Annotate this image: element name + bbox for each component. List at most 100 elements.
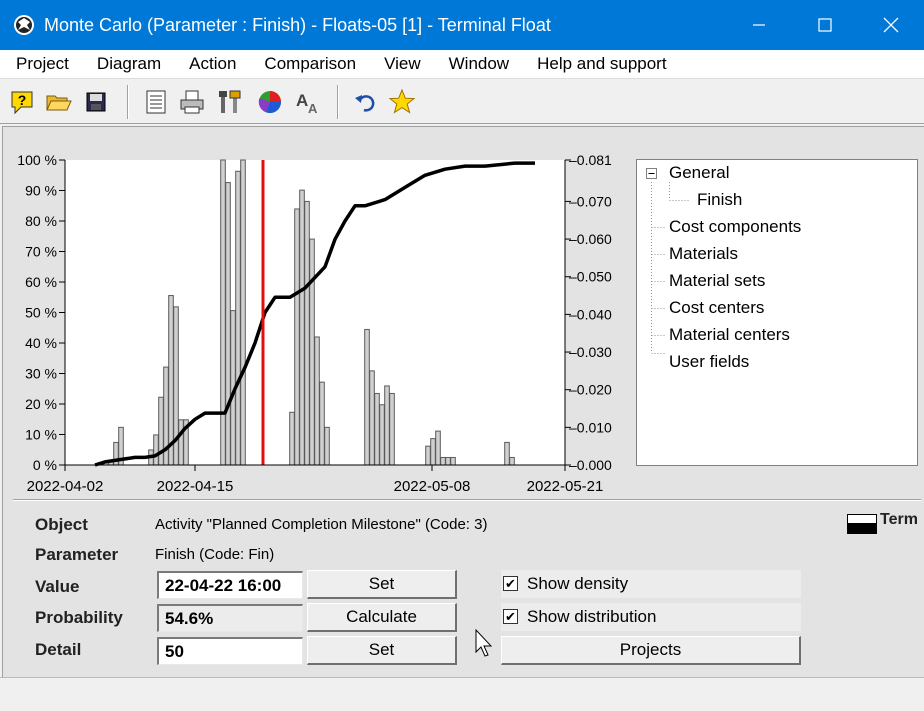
density-bar bbox=[435, 430, 441, 466]
star-icon[interactable] bbox=[388, 88, 416, 116]
density-bar bbox=[445, 456, 451, 466]
maximize-button[interactable] bbox=[792, 0, 858, 50]
left-axis-tick-label: 100 % bbox=[17, 152, 57, 168]
x-axis-tick-label: 2022-05-08 bbox=[394, 478, 471, 495]
density-bar bbox=[309, 238, 315, 466]
right-axis-tick-label: –0.081 bbox=[569, 152, 612, 168]
detail-label: Detail bbox=[35, 640, 82, 659]
x-axis-tick-label: 2022-04-15 bbox=[157, 478, 234, 495]
density-bar bbox=[319, 381, 325, 466]
toolbar-separator bbox=[337, 85, 339, 119]
value-input[interactable]: 22-04-22 16:00 bbox=[157, 571, 303, 599]
probability-field: 54.6% bbox=[157, 604, 303, 632]
right-axis-tick-label: –0.000 bbox=[569, 457, 612, 473]
tree-item-general[interactable]: General bbox=[669, 162, 729, 184]
mouse-cursor-icon bbox=[475, 629, 493, 657]
show-distribution-label: Show distribution bbox=[527, 607, 657, 626]
left-axis-tick-label: 10 % bbox=[25, 427, 57, 443]
category-tree: General Finish Cost components Materials… bbox=[636, 159, 918, 466]
minimize-icon bbox=[753, 24, 765, 26]
maximize-icon bbox=[818, 18, 832, 32]
calculate-button[interactable]: Calculate bbox=[307, 603, 457, 632]
density-bar bbox=[314, 336, 320, 466]
report-icon[interactable] bbox=[142, 88, 170, 116]
pie-chart-icon[interactable] bbox=[256, 88, 284, 116]
tree-item-cost-components[interactable]: Cost components bbox=[669, 216, 801, 238]
density-bar bbox=[430, 438, 436, 466]
density-bar bbox=[369, 370, 375, 466]
minimize-button[interactable] bbox=[726, 0, 792, 50]
section-divider bbox=[13, 499, 921, 501]
x-axis-tick-label: 2022-04-02 bbox=[27, 478, 104, 495]
menu-help[interactable]: Help and support bbox=[521, 54, 678, 74]
density-bar bbox=[379, 404, 385, 466]
undo-icon[interactable] bbox=[352, 88, 380, 116]
menu-bar: Project Diagram Action Comparison View W… bbox=[0, 50, 924, 78]
parameter-value: Finish (Code: Fin) bbox=[155, 546, 275, 563]
svg-text:A: A bbox=[296, 91, 308, 110]
left-axis-tick-label: 20 % bbox=[25, 396, 57, 412]
legend-label: Term bbox=[880, 511, 918, 528]
menu-diagram[interactable]: Diagram bbox=[81, 54, 173, 74]
status-bar bbox=[0, 677, 924, 711]
menu-action[interactable]: Action bbox=[173, 54, 248, 74]
right-axis-tick-label: –0.010 bbox=[569, 419, 612, 435]
show-distribution-option[interactable]: ✔ Show distribution bbox=[501, 603, 801, 631]
density-bar bbox=[153, 434, 159, 466]
density-bar bbox=[289, 411, 295, 466]
density-bar bbox=[450, 456, 456, 466]
density-bar bbox=[168, 295, 174, 466]
density-bar bbox=[225, 182, 231, 466]
tree-item-material-sets[interactable]: Material sets bbox=[669, 270, 765, 292]
density-bar bbox=[384, 385, 390, 466]
left-axis-tick-label: 50 % bbox=[25, 305, 57, 321]
tree-item-user-fields[interactable]: User fields bbox=[669, 351, 749, 373]
menu-view[interactable]: View bbox=[368, 54, 433, 74]
left-axis-tick-label: 90 % bbox=[25, 183, 57, 199]
main-panel: 0 % 10 % 20 % 30 % 40 % 50 % 60 % 70 % 80 % 90 % 1… bbox=[2, 126, 924, 677]
left-axis-tick-label: 30 % bbox=[25, 366, 57, 382]
density-bar bbox=[178, 419, 184, 466]
open-folder-icon[interactable] bbox=[44, 88, 72, 116]
density-bar bbox=[220, 159, 226, 466]
show-distribution-checkbox[interactable]: ✔ bbox=[503, 609, 518, 624]
density-bar bbox=[364, 328, 370, 466]
probability-label: Probability bbox=[35, 608, 123, 627]
density-bar bbox=[509, 456, 515, 466]
save-icon[interactable] bbox=[82, 88, 110, 116]
tree-item-finish[interactable]: Finish bbox=[697, 189, 742, 211]
density-bar bbox=[294, 208, 300, 466]
print-icon[interactable] bbox=[178, 88, 206, 116]
menu-project[interactable]: Project bbox=[0, 54, 81, 74]
set-value-button[interactable]: Set bbox=[307, 570, 457, 599]
window-title: Monte Carlo (Parameter : Finish) - Float… bbox=[44, 14, 551, 35]
projects-button[interactable]: Projects bbox=[501, 636, 801, 665]
help-icon[interactable]: ? bbox=[8, 88, 36, 116]
density-bar bbox=[425, 445, 431, 466]
right-axis-tick-label: –0.020 bbox=[569, 382, 612, 398]
left-axis-tick-label: 40 % bbox=[25, 335, 57, 351]
parameter-label: Parameter bbox=[35, 545, 119, 564]
toolbar: ? A A bbox=[0, 78, 924, 124]
set-detail-button[interactable]: Set bbox=[307, 636, 457, 665]
menu-window[interactable]: Window bbox=[433, 54, 521, 74]
tools-icon[interactable] bbox=[216, 88, 244, 116]
tree-item-material-centers[interactable]: Material centers bbox=[669, 324, 790, 346]
tree-item-materials[interactable]: Materials bbox=[669, 243, 738, 265]
value-label: Value bbox=[35, 577, 80, 596]
tree-item-cost-centers[interactable]: Cost centers bbox=[669, 297, 764, 319]
density-bar bbox=[240, 159, 246, 466]
font-icon[interactable]: A A bbox=[294, 88, 322, 116]
show-density-option[interactable]: ✔ Show density bbox=[501, 570, 801, 598]
app-icon bbox=[14, 15, 34, 35]
svg-text:A: A bbox=[308, 101, 318, 116]
menu-comparison[interactable]: Comparison bbox=[248, 54, 368, 74]
right-axis-tick-label: –0.060 bbox=[569, 231, 612, 247]
object-value: Activity "Planned Completion Milestone" … bbox=[155, 516, 488, 533]
detail-input[interactable]: 50 bbox=[157, 637, 303, 665]
close-button[interactable] bbox=[858, 0, 924, 50]
density-bar bbox=[389, 392, 395, 466]
left-axis-tick-label: 80 % bbox=[25, 213, 57, 229]
right-axis-tick-label: –0.070 bbox=[569, 193, 612, 209]
show-density-checkbox[interactable]: ✔ bbox=[503, 576, 518, 591]
